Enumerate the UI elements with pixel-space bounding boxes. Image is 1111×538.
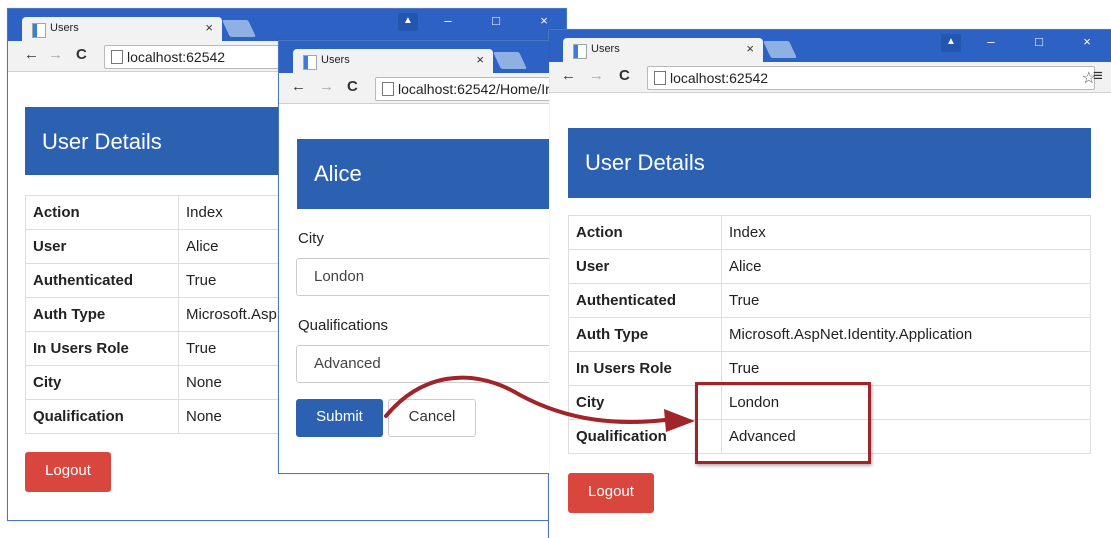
forward-icon[interactable]: → [319,78,334,95]
reload-icon[interactable]: C [347,78,358,95]
page-favicon-icon [573,44,587,59]
row-key: City [25,365,179,400]
table-row: Auth TypeMicrosoft.AspNet.Identity.Appli… [568,317,1091,352]
tab-close-icon[interactable]: × [205,20,213,35]
row-key: In Users Role [568,351,722,386]
row-key: Auth Type [568,317,722,352]
user-profile-icon[interactable]: ▲ [941,34,961,52]
changed-values-highlight [695,382,871,464]
submit-button[interactable]: Submit [296,399,383,437]
browser-tab[interactable]: Users × [563,38,763,62]
forward-icon[interactable]: → [589,67,604,84]
reload-icon[interactable]: C [76,46,87,63]
qualifications-label: Qualifications [298,317,389,334]
tab-title: Users [321,54,350,66]
page-header: User Details [568,128,1091,198]
tab-title: Users [591,43,620,55]
reload-icon[interactable]: C [619,67,630,84]
row-value: True [721,351,1091,386]
city-input[interactable]: London [296,258,549,296]
page-title: Alice [314,161,362,186]
browser-tab[interactable]: Users × [22,17,222,41]
new-tab-button[interactable] [493,52,527,69]
row-value: True [721,283,1091,318]
tab-title: Users [50,22,79,34]
table-row: Action Index [568,215,1091,250]
tab-close-icon[interactable]: × [746,41,754,56]
back-icon[interactable]: ← [291,78,306,95]
url-text: localhost:62542/Home/Index [398,81,549,97]
page-favicon-icon [32,23,46,38]
page-icon [382,82,394,96]
title-bar: Users × ▲ – □ × [549,30,1111,62]
row-key: Action [568,215,722,250]
page-header: Alice [297,139,549,209]
minimize-icon[interactable]: – [973,30,1009,56]
city-label: City [298,230,324,247]
page-icon [111,50,123,64]
row-key: Action [25,195,179,230]
row-key: Auth Type [25,297,179,332]
page-favicon-icon [303,55,317,70]
user-profile-icon[interactable]: ▲ [398,13,418,31]
maximize-icon[interactable]: □ [478,9,514,35]
page-icon [654,71,666,85]
qualifications-input[interactable]: Advanced [296,345,549,383]
back-icon[interactable]: ← [24,46,39,63]
address-bar[interactable]: localhost:62542 [104,45,286,69]
url-text: localhost:62542 [127,49,226,65]
browser-toolbar: ← → C localhost:62542 ☆ ≡ [549,62,1111,93]
row-key: Authenticated [568,283,722,318]
new-tab-button[interactable] [222,20,256,37]
close-window-icon[interactable]: × [1069,30,1105,56]
table-row: Authenticated True [568,283,1091,318]
browser-tab[interactable]: Users × [293,49,493,73]
row-value: Microsoft.AspNet.Identity.Application [721,317,1091,352]
url-text: localhost:62542 [670,70,769,86]
address-bar[interactable]: localhost:62542/Home/Index [375,77,549,101]
city-value: London [314,268,365,285]
logout-button[interactable]: Logout [25,452,111,492]
row-value: Alice [721,249,1091,284]
browser-toolbar: ← → C localhost:62542/Home/Index [279,73,549,104]
cancel-button[interactable]: Cancel [388,399,476,437]
row-value: Index [721,215,1091,250]
title-bar: Users × ▲ – □ × [8,9,566,41]
table-row: User Alice [568,249,1091,284]
page-title: User Details [585,150,705,175]
logout-button[interactable]: Logout [568,473,654,513]
row-key: Qualification [25,399,179,434]
minimize-icon[interactable]: – [430,9,466,35]
forward-icon[interactable]: → [48,46,63,63]
title-bar: Users × [279,41,549,73]
maximize-icon[interactable]: □ [1021,30,1057,56]
menu-icon[interactable]: ≡ [1093,66,1103,86]
row-key: In Users Role [25,331,179,366]
row-key: User [568,249,722,284]
browser-window-2: Users × ← → C localhost:62542/Home/Index… [278,40,549,474]
qualifications-value: Advanced [314,355,381,372]
table-row: In Users Role True [568,351,1091,386]
row-key: User [25,229,179,264]
new-tab-button[interactable] [763,41,797,58]
page-title: User Details [42,129,162,154]
back-icon[interactable]: ← [561,67,576,84]
row-key: Authenticated [25,263,179,298]
address-bar[interactable]: localhost:62542 ☆ [647,66,1096,90]
tab-close-icon[interactable]: × [476,52,484,67]
